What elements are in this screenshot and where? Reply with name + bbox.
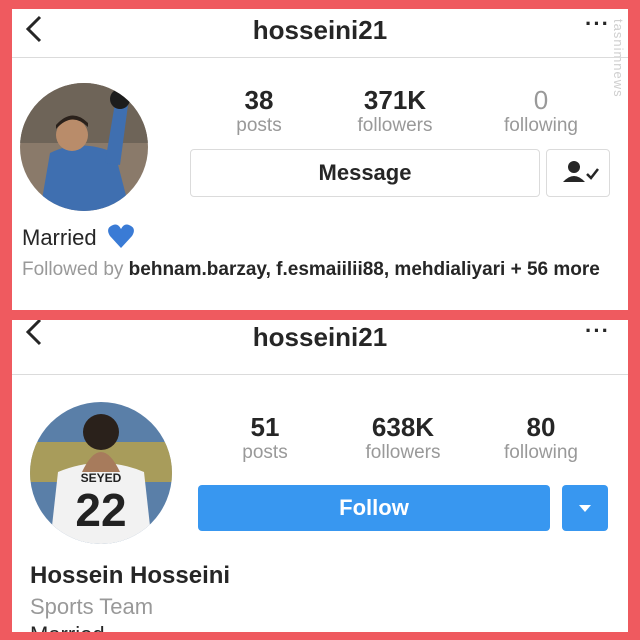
follow-button[interactable]: Follow bbox=[198, 485, 550, 531]
person-check-icon bbox=[563, 161, 599, 182]
posts-count: 51 bbox=[250, 412, 280, 442]
posts-label: posts bbox=[236, 115, 282, 136]
followers-label: followers bbox=[365, 442, 441, 463]
profile-header: hosseini21 ··· bbox=[12, 9, 628, 53]
posts-stat[interactable]: 51 posts bbox=[200, 412, 330, 464]
suggested-dropdown-button[interactable] bbox=[562, 485, 608, 531]
bio-married: Married bbox=[30, 622, 105, 632]
jersey-name: SEYED bbox=[81, 471, 122, 485]
bio-text: Married bbox=[30, 622, 105, 632]
profile-panel-new: hosseini21 ··· SEYED 22 51 posts 638K fo… bbox=[12, 320, 628, 632]
header-divider bbox=[12, 374, 628, 375]
profile-panel-old: hosseini21 ··· tasnimnews 38 posts 371K … bbox=[12, 9, 628, 310]
profile-username: hosseini21 bbox=[252, 15, 388, 45]
profile-category: Sports Team bbox=[30, 594, 154, 619]
bio-text: Married bbox=[22, 223, 135, 251]
profile-avatar[interactable]: SEYED 22 bbox=[30, 402, 172, 544]
full-name: Hossein Hosseini bbox=[30, 562, 231, 589]
posts-count: 38 bbox=[244, 85, 274, 115]
followed-by-names: behnam.barzay, f.esmaiilii88, mehdialiya… bbox=[128, 259, 506, 280]
followers-stat[interactable]: 371K followers bbox=[330, 85, 460, 137]
watermark: tasnimnews bbox=[611, 19, 626, 98]
header-divider bbox=[12, 57, 628, 58]
following-label: following bbox=[504, 115, 578, 136]
message-button[interactable]: Message bbox=[190, 149, 540, 197]
more-options-button[interactable]: ··· bbox=[585, 11, 610, 37]
following-stat[interactable]: 0 following bbox=[476, 85, 606, 137]
following-count: 80 bbox=[526, 412, 556, 442]
blue-heart-icon bbox=[107, 224, 134, 248]
followed-by-text[interactable]: Followed by behnam.barzay, f.esmaiilii88… bbox=[22, 257, 618, 282]
more-options-button[interactable]: ··· bbox=[585, 320, 610, 344]
following-count: 0 bbox=[533, 85, 549, 115]
followers-label: followers bbox=[357, 115, 433, 136]
profile-avatar[interactable] bbox=[20, 83, 148, 211]
following-label: following bbox=[504, 442, 578, 463]
followers-count: 638K bbox=[371, 412, 435, 442]
followed-by-prefix: Followed by bbox=[22, 259, 129, 280]
chevron-down-icon bbox=[579, 505, 591, 512]
profile-username: hosseini21 bbox=[252, 322, 388, 352]
posts-stat[interactable]: 38 posts bbox=[194, 85, 324, 137]
following-stat[interactable]: 80 following bbox=[476, 412, 606, 464]
followed-by-more: + 56 more bbox=[505, 259, 600, 280]
following-toggle-button[interactable] bbox=[546, 149, 610, 197]
bio-married: Married bbox=[22, 225, 97, 250]
followers-stat[interactable]: 638K followers bbox=[338, 412, 468, 464]
posts-label: posts bbox=[242, 442, 288, 463]
jersey-number: 22 bbox=[75, 484, 126, 536]
profile-header: hosseini21 ··· bbox=[12, 320, 628, 364]
followers-count: 371K bbox=[363, 85, 427, 115]
